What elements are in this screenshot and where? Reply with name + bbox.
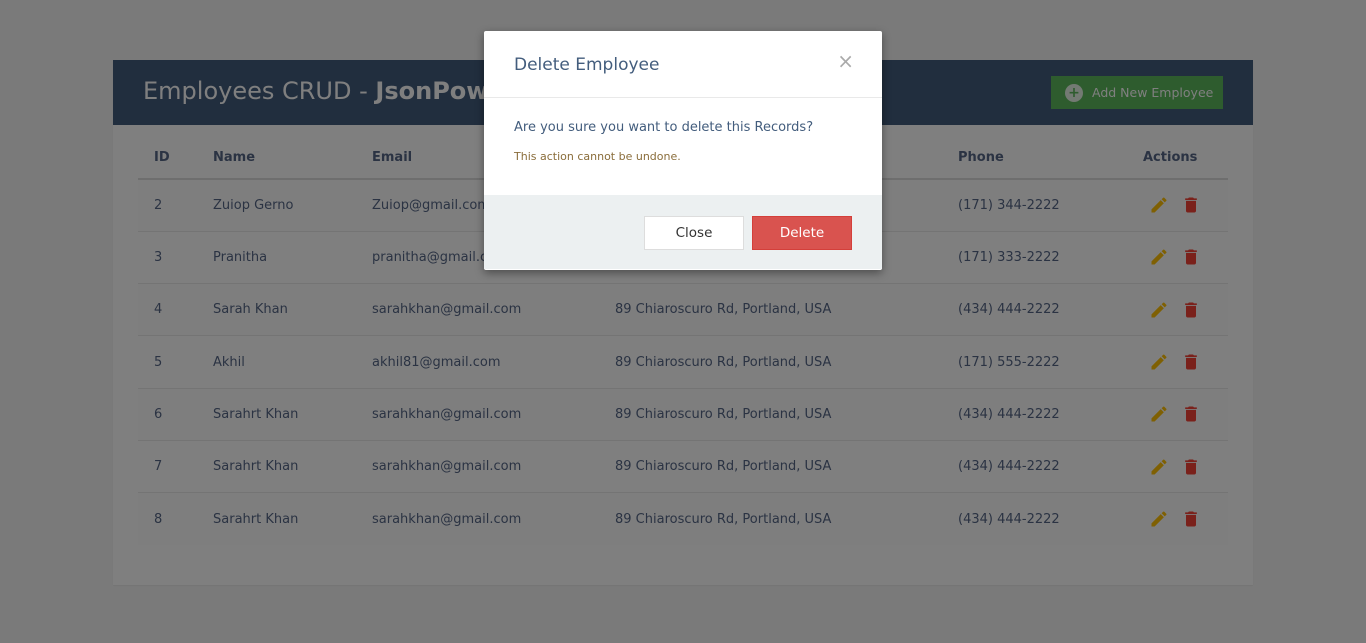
- modal-title: Delete Employee: [514, 55, 660, 75]
- confirm-message: Are you sure you want to delete this Rec…: [514, 120, 814, 135]
- modal-body: Are you sure you want to delete this Rec…: [484, 98, 882, 195]
- modal-header: Delete Employee ×: [484, 31, 882, 98]
- modal-footer: Close Delete: [484, 195, 882, 269]
- delete-employee-modal: Delete Employee × Are you sure you want …: [484, 31, 882, 270]
- delete-button[interactable]: Delete: [752, 216, 852, 250]
- close-icon[interactable]: ×: [837, 49, 854, 73]
- close-button[interactable]: Close: [644, 216, 744, 250]
- warning-text: This action cannot be undone.: [514, 150, 681, 163]
